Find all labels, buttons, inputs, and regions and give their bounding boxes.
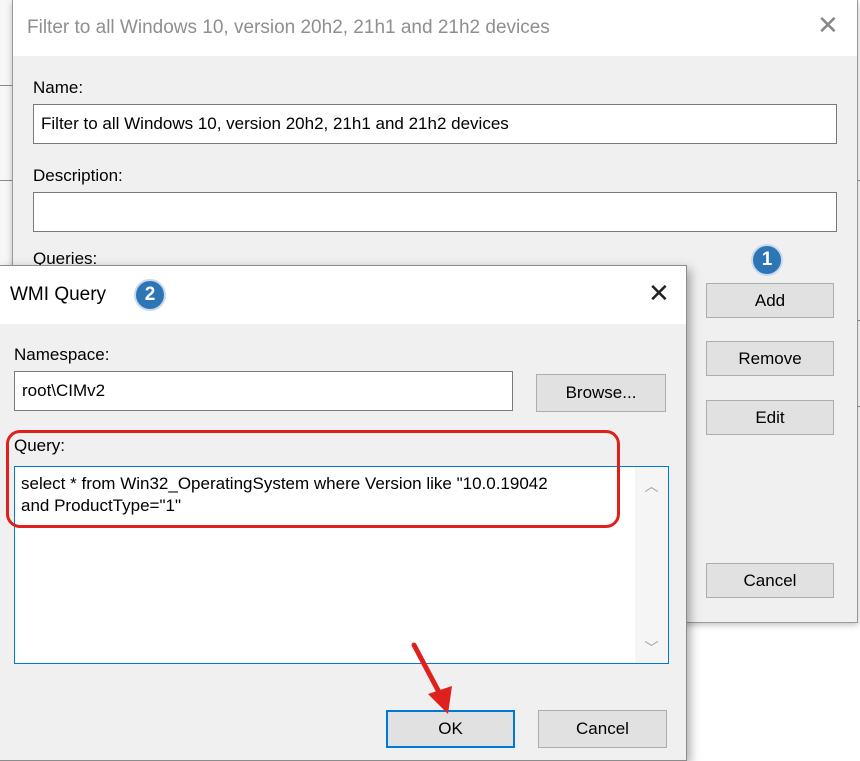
query-scrollbar[interactable]: ︿ ﹀ — [635, 467, 668, 663]
description-field[interactable] — [33, 192, 837, 232]
query-highlight — [6, 430, 620, 528]
background-divider — [0, 85, 12, 86]
namespace-label: Namespace: — [14, 345, 110, 364]
remove-button[interactable]: Remove — [706, 341, 834, 376]
browse-button-label: Browse... — [565, 383, 637, 402]
chevron-up-icon[interactable]: ︿ — [635, 475, 668, 497]
wmi-query-titlebar: WMI Query 2 ✕ — [0, 266, 686, 324]
remove-button-label: Remove — [738, 348, 802, 368]
filter-dialog-title: Filter to all Windows 10, version 20h2, … — [27, 17, 550, 38]
step-badge-1: 1 — [751, 244, 783, 276]
close-icon[interactable]: ✕ — [648, 280, 670, 306]
add-button-label: Add — [754, 290, 786, 310]
close-icon[interactable]: ✕ — [817, 12, 839, 38]
name-field[interactable]: Filter to all Windows 10, version 20h2, … — [33, 104, 837, 144]
arrow-icon — [411, 642, 452, 714]
wmi-cancel-button-label: Cancel — [576, 719, 629, 738]
wmi-query-title: WMI Query — [10, 284, 107, 305]
namespace-field[interactable]: root\CIMv2 — [14, 371, 513, 411]
add-button[interactable]: Add — [706, 283, 834, 318]
browse-button[interactable]: Browse... — [536, 374, 666, 412]
chevron-down-icon[interactable]: ﹀ — [635, 637, 668, 659]
name-label: Name: — [33, 78, 84, 97]
filter-dialog-titlebar: Filter to all Windows 10, version 20h2, … — [13, 0, 857, 56]
step-badge-2: 2 — [134, 279, 166, 311]
ok-button-label: OK — [438, 719, 463, 738]
background-divider — [0, 180, 12, 181]
description-label: Description: — [33, 166, 123, 185]
cancel-button-label: Cancel — [743, 570, 797, 590]
wmi-cancel-button[interactable]: Cancel — [538, 710, 667, 748]
edit-button-label: Edit — [755, 407, 785, 427]
cancel-button[interactable]: Cancel — [706, 563, 834, 598]
edit-button[interactable]: Edit — [706, 400, 834, 435]
